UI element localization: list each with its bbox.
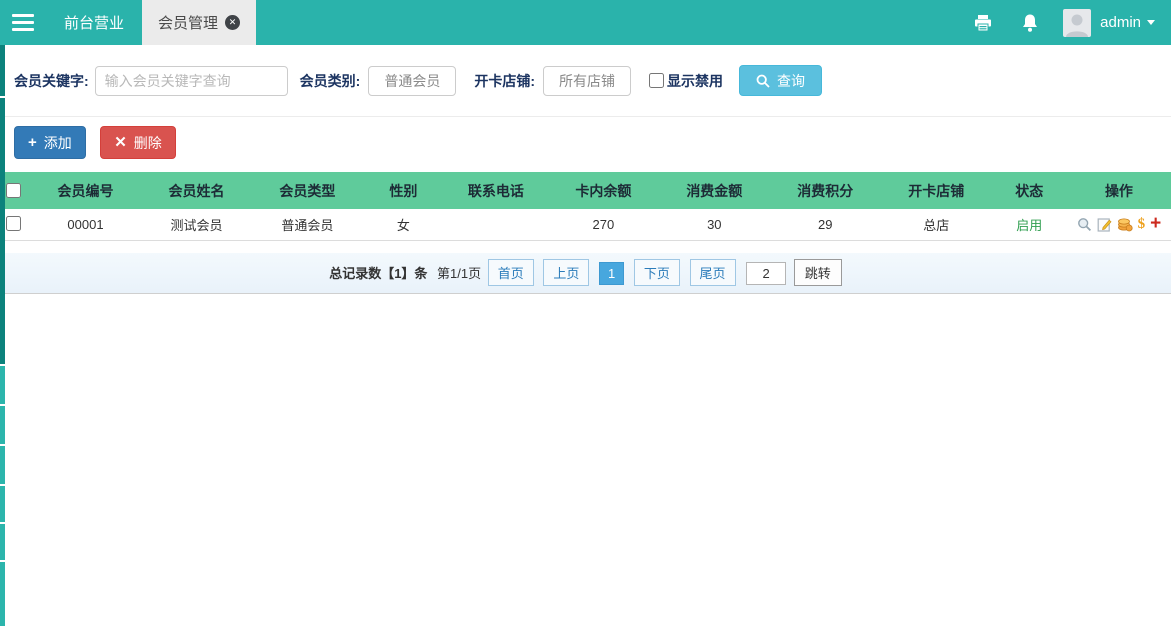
tab-front-business[interactable]: 前台营业 bbox=[46, 0, 142, 45]
magnifier-icon bbox=[1077, 217, 1092, 232]
col-actions: 操作 bbox=[1067, 172, 1171, 209]
cell-spent: 30 bbox=[659, 209, 770, 240]
card-shop-select[interactable]: 所有店铺 bbox=[543, 66, 631, 96]
keyword-input[interactable] bbox=[95, 66, 288, 96]
notifications-button[interactable] bbox=[1007, 0, 1053, 45]
tab-label: 会员管理 bbox=[158, 12, 218, 33]
cross-icon: ✕ bbox=[114, 135, 127, 150]
add-member-button[interactable]: + 添加 bbox=[14, 126, 86, 159]
col-phone: 联系电话 bbox=[444, 172, 548, 209]
collapsed-sidebar-strip bbox=[0, 45, 5, 628]
chevron-down-icon bbox=[1147, 20, 1155, 25]
table-toolbar: + 添加 ✕ 删除 bbox=[0, 117, 1171, 172]
search-button[interactable]: 查询 bbox=[739, 65, 822, 96]
cell-shop: 总店 bbox=[881, 209, 992, 240]
show-disabled-checkbox[interactable] bbox=[649, 73, 664, 88]
username-label: admin bbox=[1100, 14, 1141, 31]
member-type-label: 会员类别: bbox=[300, 71, 361, 91]
top-navbar: 前台营业 会员管理 ✕ admin bbox=[0, 0, 1171, 45]
records-total-label: 总记录数【1】条 bbox=[329, 266, 427, 281]
keyword-label: 会员关键字: bbox=[14, 71, 89, 91]
col-member-name: 会员姓名 bbox=[141, 172, 252, 209]
search-icon bbox=[756, 74, 770, 88]
col-member-type: 会员类型 bbox=[252, 172, 363, 209]
add-button-label: 添加 bbox=[44, 133, 72, 153]
search-button-label: 查询 bbox=[777, 71, 805, 91]
cell-member-name: 测试会员 bbox=[141, 209, 252, 240]
pagination-bar: 总记录数【1】条 第1/1页 首页 上页 1 下页 尾页 跳转 bbox=[0, 253, 1171, 294]
bell-icon bbox=[1021, 13, 1039, 33]
add-points-button[interactable]: + bbox=[1150, 217, 1161, 231]
sidebar-strip-segment bbox=[0, 446, 5, 484]
filter-bar: 会员关键字: 会员类别: 普通会员 开卡店铺: 所有店铺 显示禁用 查询 bbox=[0, 45, 1171, 117]
col-gender: 性别 bbox=[363, 172, 444, 209]
sidebar-strip-segment bbox=[0, 524, 5, 560]
close-tab-icon[interactable]: ✕ bbox=[225, 15, 240, 30]
show-disabled-label: 显示禁用 bbox=[667, 71, 723, 91]
recharge-button[interactable] bbox=[1117, 217, 1133, 232]
col-balance: 卡内余额 bbox=[548, 172, 659, 209]
col-shop: 开卡店铺 bbox=[881, 172, 992, 209]
cell-member-type: 普通会员 bbox=[252, 209, 363, 240]
user-silhouette-icon bbox=[1063, 11, 1091, 37]
delete-member-button[interactable]: ✕ 删除 bbox=[100, 126, 176, 159]
current-page-button[interactable]: 1 bbox=[599, 262, 624, 285]
sidebar-strip-segment bbox=[0, 486, 5, 522]
first-page-button[interactable]: 首页 bbox=[488, 259, 534, 286]
row-actions: $ + bbox=[1067, 216, 1171, 233]
sidebar-strip-segment bbox=[0, 45, 5, 96]
cell-balance: 270 bbox=[548, 209, 659, 240]
menu-hamburger-icon[interactable] bbox=[0, 0, 46, 45]
plus-icon: + bbox=[28, 135, 37, 150]
member-type-select[interactable]: 普通会员 bbox=[368, 66, 456, 96]
topbar-spacer bbox=[256, 0, 959, 45]
table-row: 00001 测试会员 普通会员 女 270 30 29 总店 启用 bbox=[0, 209, 1171, 240]
member-table: 会员编号 会员姓名 会员类型 性别 联系电话 卡内余额 消费金额 消费积分 开卡… bbox=[0, 172, 1171, 241]
coins-icon bbox=[1117, 217, 1133, 232]
tab-member-management[interactable]: 会员管理 ✕ bbox=[142, 0, 256, 45]
edit-icon bbox=[1097, 217, 1112, 232]
tab-label: 前台营业 bbox=[64, 12, 124, 33]
cell-member-no: 00001 bbox=[30, 209, 141, 240]
col-points: 消费积分 bbox=[770, 172, 881, 209]
user-menu[interactable]: admin bbox=[1053, 0, 1171, 45]
avatar bbox=[1063, 9, 1091, 37]
view-member-button[interactable] bbox=[1077, 217, 1092, 232]
sidebar-strip-segment bbox=[0, 98, 5, 364]
cell-gender: 女 bbox=[363, 209, 444, 240]
cell-phone bbox=[444, 209, 548, 240]
sidebar-strip-segment bbox=[0, 562, 5, 626]
table-header-row: 会员编号 会员姓名 会员类型 性别 联系电话 卡内余额 消费金额 消费积分 开卡… bbox=[0, 172, 1171, 209]
last-page-button[interactable]: 尾页 bbox=[690, 259, 736, 286]
row-select-checkbox[interactable] bbox=[6, 216, 21, 231]
card-shop-label: 开卡店铺: bbox=[474, 71, 535, 91]
delete-button-label: 删除 bbox=[134, 133, 162, 153]
select-all-checkbox[interactable] bbox=[6, 183, 21, 198]
prev-page-button[interactable]: 上页 bbox=[543, 259, 589, 286]
cell-points: 29 bbox=[770, 209, 881, 240]
print-button[interactable] bbox=[959, 0, 1007, 45]
consume-money-button[interactable]: $ bbox=[1138, 216, 1146, 233]
next-page-button[interactable]: 下页 bbox=[634, 259, 680, 286]
col-spent: 消费金额 bbox=[659, 172, 770, 209]
jump-page-input[interactable] bbox=[746, 262, 786, 285]
jump-button[interactable]: 跳转 bbox=[794, 259, 842, 286]
page-indicator-label: 第1/1页 bbox=[437, 266, 481, 281]
sidebar-strip-segment bbox=[0, 406, 5, 444]
sidebar-strip-segment bbox=[0, 366, 5, 404]
col-member-no: 会员编号 bbox=[30, 172, 141, 209]
edit-member-button[interactable] bbox=[1097, 217, 1112, 232]
col-status: 状态 bbox=[992, 172, 1067, 209]
status-badge: 启用 bbox=[992, 209, 1067, 240]
printer-icon bbox=[973, 13, 993, 33]
